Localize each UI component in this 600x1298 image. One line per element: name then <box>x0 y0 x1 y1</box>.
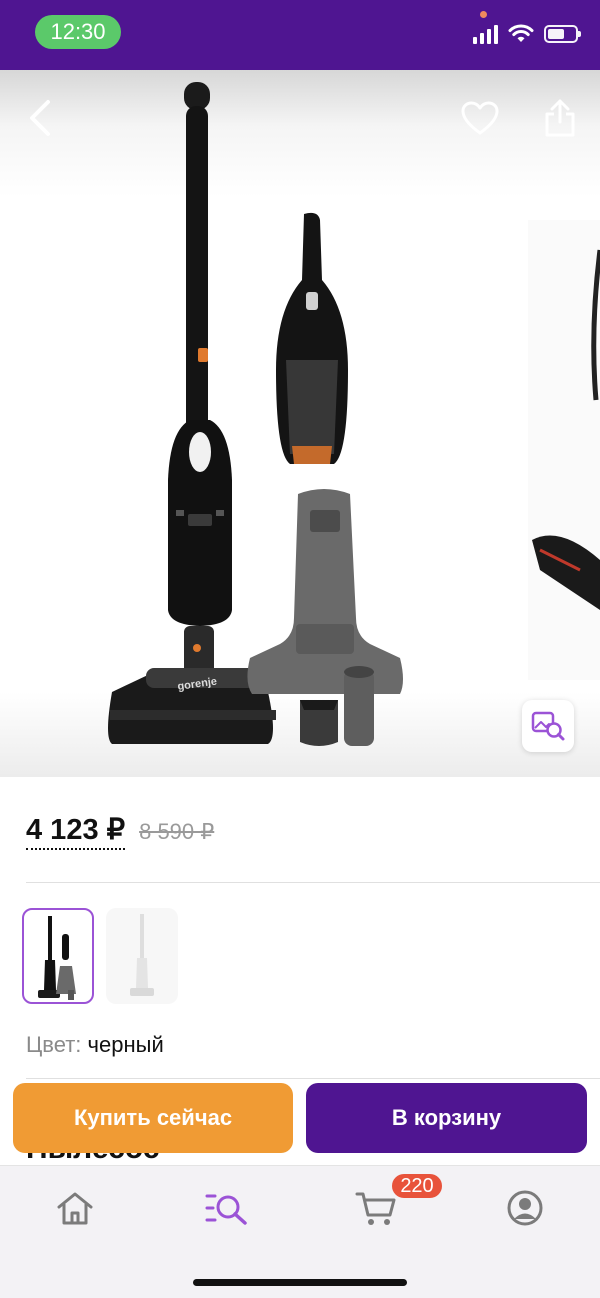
favorite-button[interactable] <box>456 94 504 142</box>
buy-now-button[interactable]: Купить сейчас <box>13 1083 293 1153</box>
variant-thumbnail-black <box>38 916 76 1000</box>
wifi-icon <box>508 24 534 42</box>
cart-count-badge: 220 <box>390 1172 444 1200</box>
product-screen: 12:30 gorenje 4 123 ₽ 8 590 ₽ Цвет: черн… <box>0 0 600 1298</box>
color-variant-white[interactable] <box>106 908 178 1004</box>
status-time: 12:30 <box>35 15 121 49</box>
color-value: черный <box>87 1032 164 1057</box>
add-to-cart-button[interactable]: В корзину <box>306 1083 587 1153</box>
chevron-left-icon <box>30 100 50 136</box>
heart-icon <box>461 101 499 135</box>
share-icon <box>545 99 575 137</box>
share-button[interactable] <box>536 94 584 142</box>
color-variant-black[interactable] <box>22 908 94 1004</box>
divider <box>26 1078 600 1079</box>
tab-catalog[interactable] <box>196 1184 256 1232</box>
divider <box>26 882 600 883</box>
current-price[interactable]: 4 123 ₽ <box>26 812 126 850</box>
product-gallery[interactable]: gorenje <box>0 70 600 777</box>
price-block: 4 123 ₽ 8 590 ₽ <box>26 812 214 850</box>
image-search-button[interactable] <box>522 700 574 752</box>
product-image: gorenje <box>108 82 600 746</box>
variant-thumbnail-white <box>130 914 154 996</box>
catalog-search-icon <box>205 1194 247 1225</box>
profile-icon <box>507 1190 543 1226</box>
cart-icon <box>355 1192 396 1225</box>
color-label: Цвет: <box>26 1032 82 1057</box>
signal-icon <box>473 24 498 44</box>
tab-profile[interactable] <box>495 1184 555 1232</box>
back-button[interactable] <box>16 94 64 142</box>
status-bar: 12:30 <box>0 0 600 70</box>
image-search-icon <box>531 711 565 741</box>
battery-icon <box>544 25 581 43</box>
home-indicator <box>193 1279 407 1286</box>
old-price: 8 590 ₽ <box>139 819 215 844</box>
privacy-indicator-dot <box>480 11 487 18</box>
tab-home[interactable] <box>45 1184 105 1232</box>
status-icons <box>473 24 581 44</box>
color-selection: Цвет: черный <box>26 1032 164 1058</box>
home-icon <box>57 1192 93 1225</box>
